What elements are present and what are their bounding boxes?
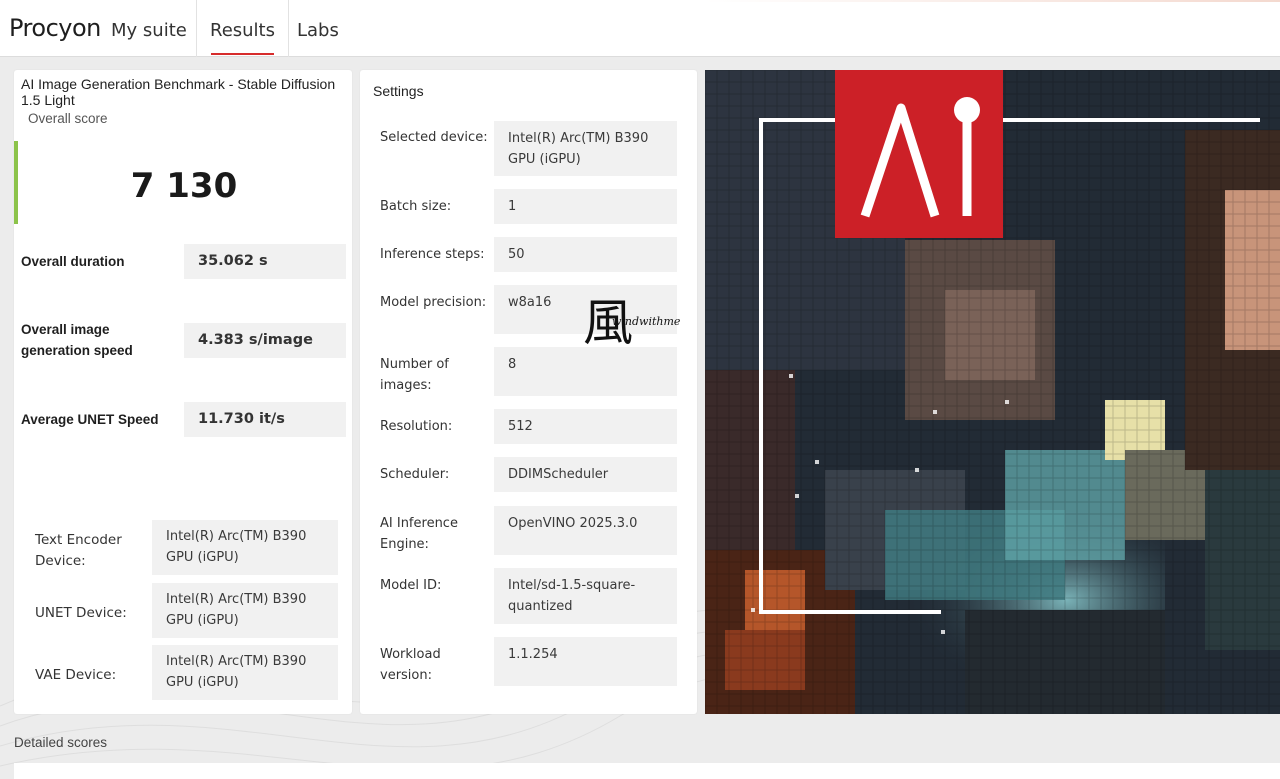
top-nav: Procyon My suite Results Labs — [0, 0, 1280, 57]
setting-label: Inference steps: — [380, 247, 485, 262]
device-label-text-encoder: Text Encoder Device: — [35, 532, 122, 569]
metric-value-image-speed: 4.383 s/image — [184, 323, 346, 358]
benchmark-hero-image — [705, 70, 1280, 714]
setting-value: DDIMScheduler — [494, 457, 677, 492]
setting-value: OpenVINO 2025.3.0 — [494, 506, 677, 555]
metric-label-image-speed: Overall image generation speed — [21, 322, 133, 358]
setting-value: 8 — [494, 347, 677, 396]
setting-label: Scheduler: — [380, 467, 450, 482]
tab-label: Labs — [297, 20, 339, 41]
setting-label: Workload version: — [380, 647, 441, 683]
hero-artwork — [705, 70, 1280, 714]
metric-label-unet-speed: Average UNET Speed — [21, 412, 159, 427]
device-label-vae: VAE Device: — [35, 667, 117, 683]
setting-value: Intel(R) Arc(TM) B390 GPU (iGPU) — [494, 121, 677, 176]
result-summary-card: AI Image Generation Benchmark - Stable D… — [14, 70, 352, 714]
tab-my-suite[interactable]: My suite — [98, 0, 200, 57]
metric-value-unet-speed: 11.730 it/s — [184, 402, 346, 437]
metric-label-duration: Overall duration — [21, 254, 125, 269]
settings-title: Settings — [373, 83, 424, 99]
setting-label: Resolution: — [380, 419, 453, 434]
setting-label: Model ID: — [380, 578, 442, 593]
setting-value: 1.1.254 — [494, 637, 677, 686]
settings-card: Settings Selected device: Intel(R) Arc(T… — [360, 70, 697, 714]
tab-labs[interactable]: Labs — [284, 0, 352, 57]
metric-value-duration: 35.062 s — [184, 244, 346, 279]
device-value-text-encoder: Intel(R) Arc(TM) B390 GPU (iGPU) — [152, 520, 338, 575]
setting-label: Model precision: — [380, 295, 487, 310]
setting-label: Number of images: — [380, 357, 449, 393]
device-value-vae: Intel(R) Arc(TM) B390 GPU (iGPU) — [152, 645, 338, 700]
tab-results[interactable]: Results — [196, 0, 289, 57]
overall-score-value: 7 130 — [130, 166, 238, 206]
detailed-scores-card — [14, 763, 1280, 779]
setting-value: 1 — [494, 189, 677, 224]
overall-score-label: Overall score — [28, 111, 108, 126]
setting-value: 512 — [494, 409, 677, 444]
device-label-unet: UNET Device: — [35, 605, 127, 621]
tab-label: My suite — [111, 20, 187, 41]
device-value-unet: Intel(R) Arc(TM) B390 GPU (iGPU) — [152, 583, 338, 638]
brand-logo[interactable]: Procyon — [9, 14, 101, 42]
watermark-text: windwithme — [612, 315, 681, 328]
active-tab-indicator — [211, 53, 274, 55]
setting-label: Batch size: — [380, 199, 452, 214]
setting-label: Selected device: — [380, 130, 488, 145]
benchmark-title: AI Image Generation Benchmark - Stable D… — [21, 76, 336, 108]
detailed-scores-heading: Detailed scores — [14, 735, 108, 750]
setting-label: AI Inference Engine: — [380, 516, 458, 552]
setting-value: Intel/sd-1.5-square-quantized — [494, 568, 677, 624]
setting-value: 50 — [494, 237, 677, 272]
tab-label: Results — [210, 20, 275, 41]
